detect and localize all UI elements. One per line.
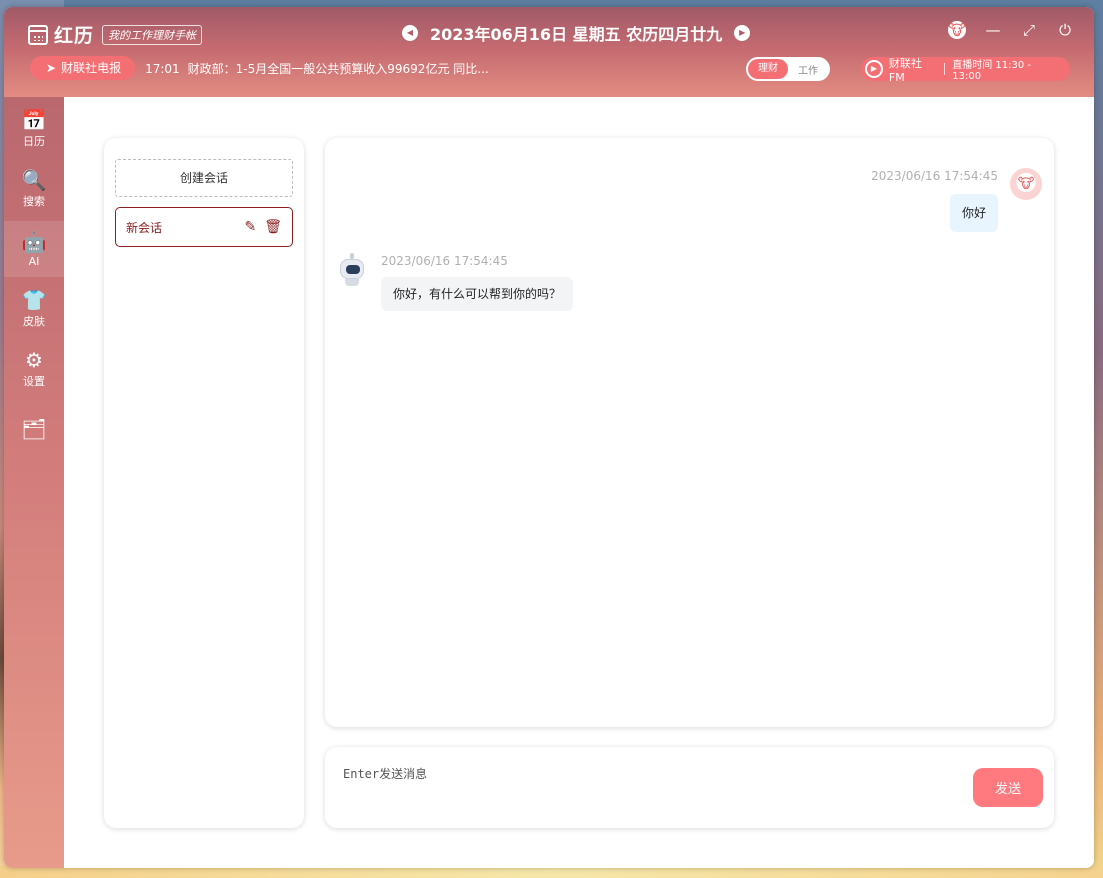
calendar-logo-icon <box>28 24 48 45</box>
app-slogan: 我的工作理财手帐 <box>102 24 203 45</box>
news-tag-label: 财联社电报 <box>61 61 122 75</box>
user-avatar: 🐮 <box>1010 168 1042 200</box>
mode-option-active[interactable]: 理财 <box>748 59 788 79</box>
app-window: 红历 我的工作理财手帐 ◀ 2023年06月16日 星期五 农历四月廿九 ▶ 🐮… <box>4 7 1094 868</box>
bot-message-bubble: 你好，有什么可以帮到你的吗？ <box>381 277 574 311</box>
fm-schedule: 直播时间 11:30 - 13:00 <box>952 60 1032 82</box>
sidebar-item-label: 搜索 <box>23 195 45 208</box>
session-item[interactable]: 新会话 ✎ 🗑 <box>115 207 293 247</box>
news-ticker: ➤ 财联社电报 17:01 财政部：1-5月全国一般公共预算收入99692亿元 同… <box>30 56 497 80</box>
sidebar-item-ai[interactable]: 🤖 AI <box>4 221 64 277</box>
trash-icon[interactable]: 🗑 <box>264 219 282 235</box>
gear-icon: ⚙ <box>25 348 43 372</box>
mode-option-inactive[interactable]: 工作 <box>788 62 828 77</box>
app-logo: 红历 我的工作理财手帐 <box>28 21 203 48</box>
bot-avatar <box>337 253 367 287</box>
news-time: 17:01 <box>145 61 180 76</box>
power-button[interactable]: ⏻ <box>1056 21 1074 39</box>
calendar-icon: 📅 <box>21 108 47 132</box>
bot-head <box>340 259 364 279</box>
session-name: 新会话 <box>126 220 163 235</box>
fm-player[interactable]: ▶ 财联社FM 直播时间 11:30 - 13:00 <box>861 56 1070 84</box>
sidebar-item-calendar[interactable]: 📅 日历 <box>4 101 64 157</box>
prev-day-button[interactable]: ◀ <box>402 25 418 41</box>
edit-icon[interactable]: ✎ <box>244 219 256 235</box>
bot-face <box>346 265 360 274</box>
sidebar: 📅 日历 🔍 搜索 🤖 AI 👕 皮肤 ⚙ 设置 🗂 <box>4 97 64 868</box>
clipboard-icon: 🗂 <box>21 417 47 441</box>
window-controls: 🐮 — ⤢ ⏻ <box>948 21 1074 39</box>
input-panel: 发送 <box>325 747 1054 828</box>
send-icon: ➤ <box>46 61 57 75</box>
message-time-user: 2023/06/16 17:54:45 <box>871 169 998 183</box>
date-navigator: ◀ 2023年06月16日 星期五 农历四月廿九 ▶ <box>402 21 751 45</box>
main-content: 创建会话 新会话 ✎ 🗑 🐮 2023/06/16 17:54:45 你好 20… <box>64 97 1094 868</box>
sidebar-item-skin[interactable]: 👕 皮肤 <box>4 281 64 337</box>
news-tag-button[interactable]: ➤ 财联社电报 <box>30 56 136 80</box>
app-name: 红历 <box>54 25 95 47</box>
sidebar-item-data[interactable]: 🗂 <box>4 401 64 457</box>
fm-divider <box>944 63 946 75</box>
chat-panel: 🐮 2023/06/16 17:54:45 你好 2023/06/16 17:5… <box>325 138 1054 727</box>
mascot-icon[interactable]: 🐮 <box>948 21 966 39</box>
robot-icon: 🤖 <box>21 229 47 254</box>
news-text: 财政部：1-5月全国一般公共预算收入99692亿元 同比... <box>187 61 489 76</box>
mode-toggle[interactable]: 理财 工作 <box>746 57 830 81</box>
user-message-bubble: 你好 <box>949 194 998 232</box>
search-icon: 🔍 <box>21 168 47 192</box>
sidebar-item-label: AI <box>28 254 40 268</box>
current-date: 2023年06月16日 星期五 农历四月廿九 <box>430 25 723 44</box>
sidebar-item-label: 皮肤 <box>23 315 45 328</box>
create-session-button[interactable]: 创建会话 <box>115 159 293 197</box>
next-day-button[interactable]: ▶ <box>734 25 751 41</box>
fm-name: 财联社FM <box>888 56 922 84</box>
session-panel: 创建会话 新会话 ✎ 🗑 <box>104 138 304 828</box>
maximize-button[interactable]: ⤢ <box>1020 21 1038 39</box>
bot-body <box>345 279 359 286</box>
sidebar-item-search[interactable]: 🔍 搜索 <box>4 161 64 217</box>
header: 红历 我的工作理财手帐 ◀ 2023年06月16日 星期五 农历四月廿九 ▶ 🐮… <box>4 7 1094 97</box>
sidebar-item-settings[interactable]: ⚙ 设置 <box>4 341 64 397</box>
message-time-bot: 2023/06/16 17:54:45 <box>381 254 508 268</box>
sidebar-item-label: 设置 <box>23 375 45 388</box>
sidebar-item-label: 日历 <box>23 135 45 148</box>
minimize-button[interactable]: — <box>984 21 1002 39</box>
message-input[interactable] <box>343 765 943 813</box>
news-headline[interactable]: 17:01 财政部：1-5月全国一般公共预算收入99692亿元 同比... <box>145 60 497 77</box>
shirt-icon: 👕 <box>21 288 47 312</box>
play-icon[interactable]: ▶ <box>865 60 883 78</box>
send-button[interactable]: 发送 <box>973 768 1043 807</box>
